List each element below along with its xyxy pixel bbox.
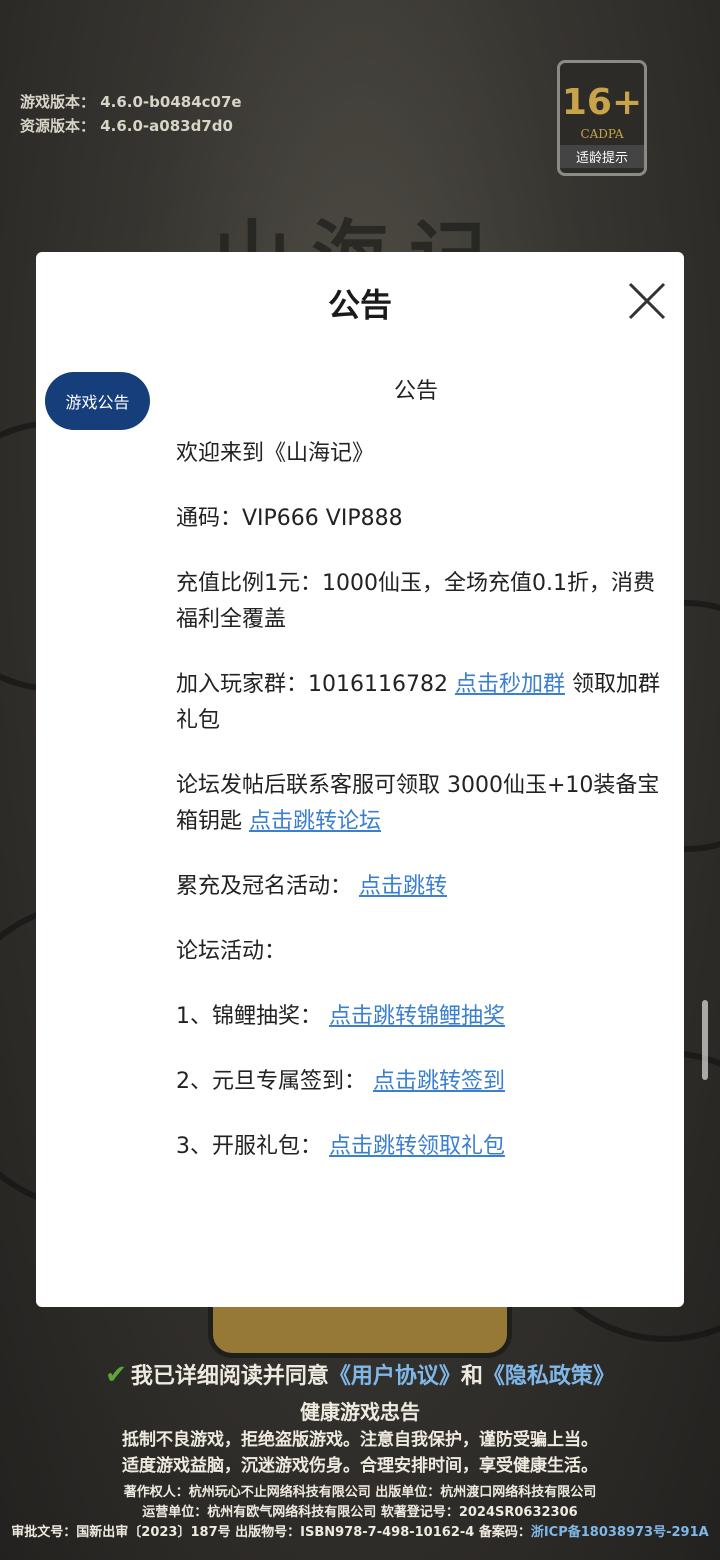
icp-link[interactable]: 浙ICP备18038973号-291A xyxy=(531,1525,709,1540)
modal-title: 公告 xyxy=(327,286,392,324)
announcement-content: 公告 欢迎来到《山海记》 通码：VIP666 VIP888 充值比例1元：100… xyxy=(176,374,662,1194)
agree-text: 我已详细阅读并同意 xyxy=(130,1364,329,1389)
age-rating: 16+ xyxy=(561,82,643,123)
forum-activity-item: 3、开服礼包： 点击跳转领取礼包 xyxy=(176,1129,662,1165)
tab-game-announcement[interactable]: 游戏公告 xyxy=(45,372,150,430)
resource-version: 资源版本： 4.6.0-a083d7d0 xyxy=(20,117,233,135)
forum-activities-title: 论坛活动： xyxy=(176,939,287,964)
operator-info: 运营单位：杭州有欧气网络科技有限公司 软著登记号：2024SR0632306 xyxy=(142,1505,578,1520)
content-heading: 公告 xyxy=(393,379,438,404)
close-icon[interactable] xyxy=(624,278,670,324)
player-group-text: 加入玩家群：1016116782 点击秒加群 领取加群礼包 xyxy=(176,667,662,739)
announcement-modal: 公告 游戏公告 公告 欢迎来到《山海记》 通码：VIP666 VIP888 充值… xyxy=(36,252,684,1307)
checkmark-icon[interactable]: ✔ xyxy=(105,1360,127,1390)
footer: ✔ 我已详细阅读并同意《用户协议》和《隐私政策》 健康游戏忠告 抵制不良游戏，拒绝… xyxy=(0,1355,720,1543)
age-rating-org: CADPA xyxy=(580,127,624,141)
age-rating-tip: 适龄提示 xyxy=(560,145,644,168)
approval-text: 审批文号：国新出审〔2023〕187号 出版物号：ISBN978-7-498-1… xyxy=(11,1525,531,1540)
healthy-gaming-line-2: 适度游戏益脑，沉迷游戏伤身。合理安排时间，享受健康生活。 xyxy=(122,1456,598,1476)
group-prefix: 加入玩家群：1016116782 xyxy=(176,672,455,697)
activity-text: 累充及冠名活动： 点击跳转 xyxy=(176,869,662,905)
activity-link[interactable]: 点击跳转 xyxy=(359,874,447,899)
item2-prefix: 2、元旦专属签到： xyxy=(176,1069,373,1094)
join-group-link[interactable]: 点击秒加群 xyxy=(455,672,565,697)
item3-prefix: 3、开服礼包： xyxy=(176,1134,329,1159)
forum-activity-item: 1、锦鲤抽奖： 点击跳转锦鲤抽奖 xyxy=(176,999,662,1035)
copyright-info: 著作权人：杭州玩心不止网络科技有限公司 出版单位：杭州渡口网络科技有限公司 xyxy=(123,1485,597,1500)
agreement-row[interactable]: ✔ 我已详细阅读并同意《用户协议》和《隐私政策》 xyxy=(0,1355,720,1397)
healthy-gaming-title: 健康游戏忠告 xyxy=(300,1400,420,1424)
lottery-link[interactable]: 点击跳转锦鲤抽奖 xyxy=(329,1004,505,1029)
code-text: 通码：VIP666 VIP888 xyxy=(176,506,403,531)
forum-activity-item: 2、元旦专属签到： 点击跳转签到 xyxy=(176,1064,662,1100)
item1-prefix: 1、锦鲤抽奖： xyxy=(176,1004,329,1029)
version-info: 游戏版本： 4.6.0-b0484c07e 资源版本： 4.6.0-a083d7… xyxy=(20,90,242,138)
forum-link[interactable]: 点击跳转论坛 xyxy=(249,809,381,834)
activity-prefix: 累充及冠名活动： xyxy=(176,874,359,899)
welcome-text: 欢迎来到《山海记》 xyxy=(176,441,375,466)
scrollbar[interactable] xyxy=(702,1000,708,1080)
age-rating-badge: 16+ CADPA 适龄提示 xyxy=(557,60,647,176)
and-text: 和 xyxy=(460,1364,483,1389)
approval-info: 审批文号：国新出审〔2023〕187号 出版物号：ISBN978-7-498-1… xyxy=(0,1523,720,1543)
ratio-text: 充值比例1元：1000仙玉，全场充值0.1折，消费福利全覆盖 xyxy=(176,571,655,632)
privacy-policy-link[interactable]: 《隐私政策》 xyxy=(483,1364,615,1389)
healthy-gaming-line-1: 抵制不良游戏，拒绝盗版游戏。注意自我保护，谨防受骗上当。 xyxy=(122,1430,598,1450)
forum-post-text: 论坛发帖后联系客服可领取 3000仙玉+10装备宝箱钥匙 点击跳转论坛 xyxy=(176,768,662,840)
checkin-link[interactable]: 点击跳转签到 xyxy=(373,1069,505,1094)
game-version: 游戏版本： 4.6.0-b0484c07e xyxy=(20,93,242,111)
user-agreement-link[interactable]: 《用户协议》 xyxy=(329,1364,461,1389)
gift-pack-link[interactable]: 点击跳转领取礼包 xyxy=(329,1134,505,1159)
